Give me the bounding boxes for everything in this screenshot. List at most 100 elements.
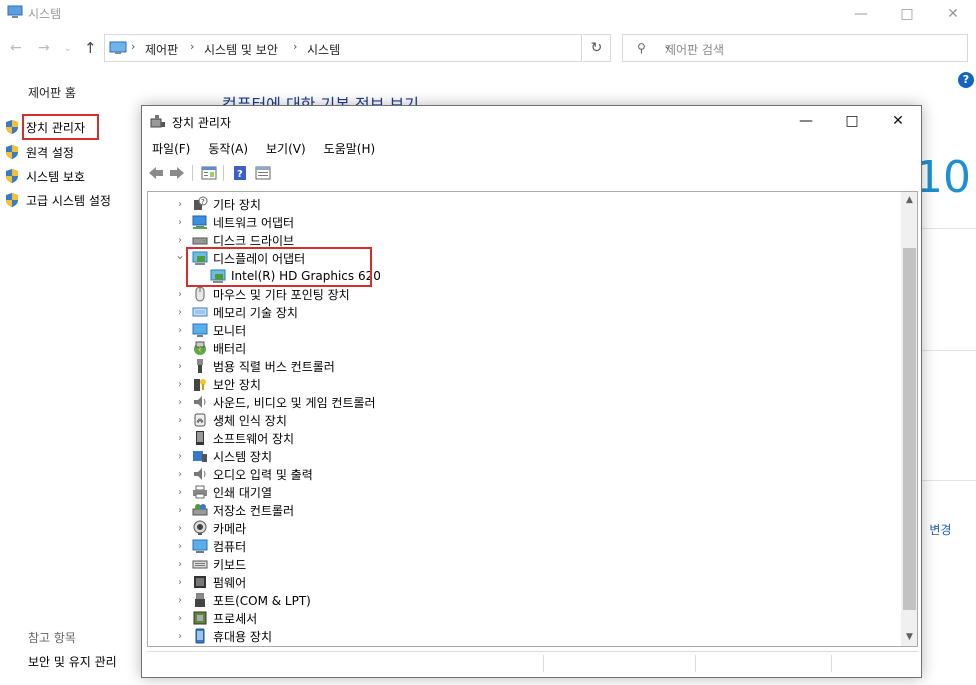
minimize-button[interactable]: —	[783, 106, 829, 136]
breadcrumb-system-security[interactable]: 시스템 및 보안	[204, 41, 278, 58]
chevron-right-icon[interactable]: ›	[174, 451, 186, 462]
tree-node-label: 프로세서	[213, 611, 258, 626]
tree-node[interactable]: ›? 기타 장치	[174, 195, 261, 213]
view-hidden-icon[interactable]	[254, 164, 272, 182]
chevron-right-icon[interactable]: ›	[174, 415, 186, 426]
scroll-down-icon[interactable]: ▼	[901, 629, 917, 646]
breadcrumb-system[interactable]: 시스템	[307, 41, 340, 58]
tree-node[interactable]: › 포트(COM & LPT)	[174, 591, 311, 609]
up-button[interactable]: ↑	[84, 39, 97, 57]
chevron-right-icon[interactable]: ›	[174, 361, 186, 372]
close-button[interactable]: ✕	[875, 106, 921, 136]
back-button[interactable]: ←	[10, 40, 22, 56]
chevron-right-icon[interactable]: ›	[174, 487, 186, 498]
breadcrumb-control-panel[interactable]: 제어판	[145, 41, 178, 58]
tree-node[interactable]: › 보안 장치	[174, 375, 261, 393]
properties-icon[interactable]	[200, 164, 218, 182]
control-panel-home-link[interactable]: 제어판 홈	[28, 84, 76, 101]
maximize-button[interactable]: □	[829, 106, 875, 136]
refresh-button[interactable]: ↻	[583, 34, 611, 62]
address-bar[interactable]: › 제어판 › 시스템 및 보안 › 시스템 ⌄	[104, 34, 672, 62]
chevron-right-icon[interactable]: ›	[174, 613, 186, 624]
security-maintenance-link[interactable]: 보안 및 유지 관리	[28, 653, 117, 670]
scroll-up-icon[interactable]: ▲	[901, 192, 917, 209]
tree-node-label: 범용 직렬 버스 컨트롤러	[213, 359, 335, 374]
camera-icon	[192, 520, 208, 536]
chevron-right-icon[interactable]: ›	[174, 235, 186, 246]
divider	[922, 228, 976, 229]
chevron-right-icon[interactable]: ›	[174, 217, 186, 228]
tree-node[interactable]: › 메모리 기술 장치	[174, 303, 298, 321]
chevron-right-icon[interactable]: ›	[174, 343, 186, 354]
status-divider	[543, 655, 544, 672]
tree-node[interactable]: › 카메라	[174, 519, 246, 537]
vertical-scrollbar[interactable]: ▲ ▼	[901, 192, 917, 646]
help-icon[interactable]: ?	[958, 72, 974, 88]
chevron-right-icon[interactable]: ›	[174, 541, 186, 552]
tree-node[interactable]: › 범용 직렬 버스 컨트롤러	[174, 357, 335, 375]
chevron-right-icon[interactable]: ›	[174, 325, 186, 336]
memory-device-icon	[192, 304, 208, 320]
tree-node[interactable]: › 컴퓨터	[174, 537, 246, 555]
forward-arrow-icon[interactable]	[168, 164, 186, 182]
search-icon: ⚲	[637, 41, 646, 55]
system-minimize-button[interactable]: —	[838, 0, 884, 28]
sidebar-item-system-protection[interactable]: 시스템 보호	[5, 166, 85, 186]
chevron-right-icon[interactable]: ›	[174, 397, 186, 408]
tree-node[interactable]: › 모니터	[174, 321, 246, 339]
tree-node[interactable]: › 저장소 컨트롤러	[174, 501, 294, 519]
tree-node[interactable]: › 소프트웨어 장치	[174, 429, 294, 447]
menu-view[interactable]: 보기(V)	[256, 137, 314, 159]
chevron-right-icon[interactable]: ›	[174, 379, 186, 390]
chevron-right-icon[interactable]: ›	[174, 199, 186, 210]
help-book-icon[interactable]: ?	[231, 164, 249, 182]
chevron-right-icon[interactable]: ›	[174, 505, 186, 516]
tree-node[interactable]: › 휴대용 장치	[174, 627, 272, 645]
chevron-right-icon[interactable]: ›	[174, 595, 186, 606]
breadcrumb-separator: ›	[131, 40, 136, 53]
chevron-right-icon[interactable]: ›	[174, 307, 186, 318]
menu-action[interactable]: 동작(A)	[198, 137, 256, 159]
recent-locations-button[interactable]: ⌄	[64, 44, 72, 54]
menu-help[interactable]: 도움말(H)	[314, 137, 384, 159]
tree-node[interactable]: › 사운드, 비디오 및 게임 컨트롤러	[174, 393, 376, 411]
svg-text:?: ?	[237, 169, 243, 180]
storage-controller-icon	[192, 502, 208, 518]
back-arrow-icon[interactable]	[147, 164, 165, 182]
chevron-right-icon[interactable]: ›	[174, 289, 186, 300]
tree-node[interactable]: › 생체 인식 장치	[174, 411, 287, 429]
keyboard-icon	[192, 556, 208, 572]
chevron-right-icon[interactable]: ›	[174, 631, 186, 642]
tree-node[interactable]: › 펌웨어	[174, 573, 246, 591]
tree-node-label: 포트(COM & LPT)	[213, 593, 311, 608]
usb-icon	[192, 358, 208, 374]
status-divider	[695, 655, 696, 672]
tree-node[interactable]: › 시스템 장치	[174, 447, 272, 465]
chevron-right-icon[interactable]: ›	[174, 469, 186, 480]
tree-node[interactable]: › 배터리	[174, 339, 246, 357]
device-manager-window[interactable]: 장치 관리자 — □ ✕ 파일(F) 동작(A) 보기(V) 도움말(H) ? …	[141, 105, 922, 678]
sidebar-item-remote-settings[interactable]: 원격 설정	[5, 142, 74, 162]
search-input[interactable]: ⚲ 제어판 검색	[622, 34, 968, 62]
tree-node[interactable]: › 오디오 입력 및 출력	[174, 465, 313, 483]
tree-node-label: 마우스 및 기타 포인팅 장치	[213, 287, 350, 302]
chevron-right-icon[interactable]: ›	[174, 523, 186, 534]
tree-node[interactable]: › 키보드	[174, 555, 246, 573]
battery-icon	[192, 340, 208, 356]
chevron-right-icon[interactable]: ›	[174, 559, 186, 570]
system-maximize-button[interactable]: □	[884, 0, 930, 28]
forward-button[interactable]: →	[38, 40, 50, 56]
chevron-down-icon[interactable]: ⌄	[174, 248, 186, 262]
tree-node[interactable]: › 인쇄 대기열	[174, 483, 272, 501]
tree-node[interactable]: › 프로세서	[174, 609, 257, 627]
tree-node[interactable]: › 네트워크 어댑터	[174, 213, 294, 231]
chevron-right-icon[interactable]: ›	[174, 577, 186, 588]
sidebar-item-advanced-settings[interactable]: 고급 시스템 설정	[5, 190, 111, 210]
scrollbar-thumb[interactable]	[903, 248, 916, 610]
tree-node[interactable]: › 마우스 및 기타 포인팅 장치	[174, 285, 350, 303]
device-manager-titlebar[interactable]: 장치 관리자 — □ ✕	[142, 106, 921, 136]
tree-node-label: 소프트웨어 장치	[213, 431, 295, 446]
chevron-right-icon[interactable]: ›	[174, 433, 186, 444]
menu-file[interactable]: 파일(F)	[142, 137, 198, 159]
system-close-button[interactable]: ✕	[930, 0, 976, 28]
